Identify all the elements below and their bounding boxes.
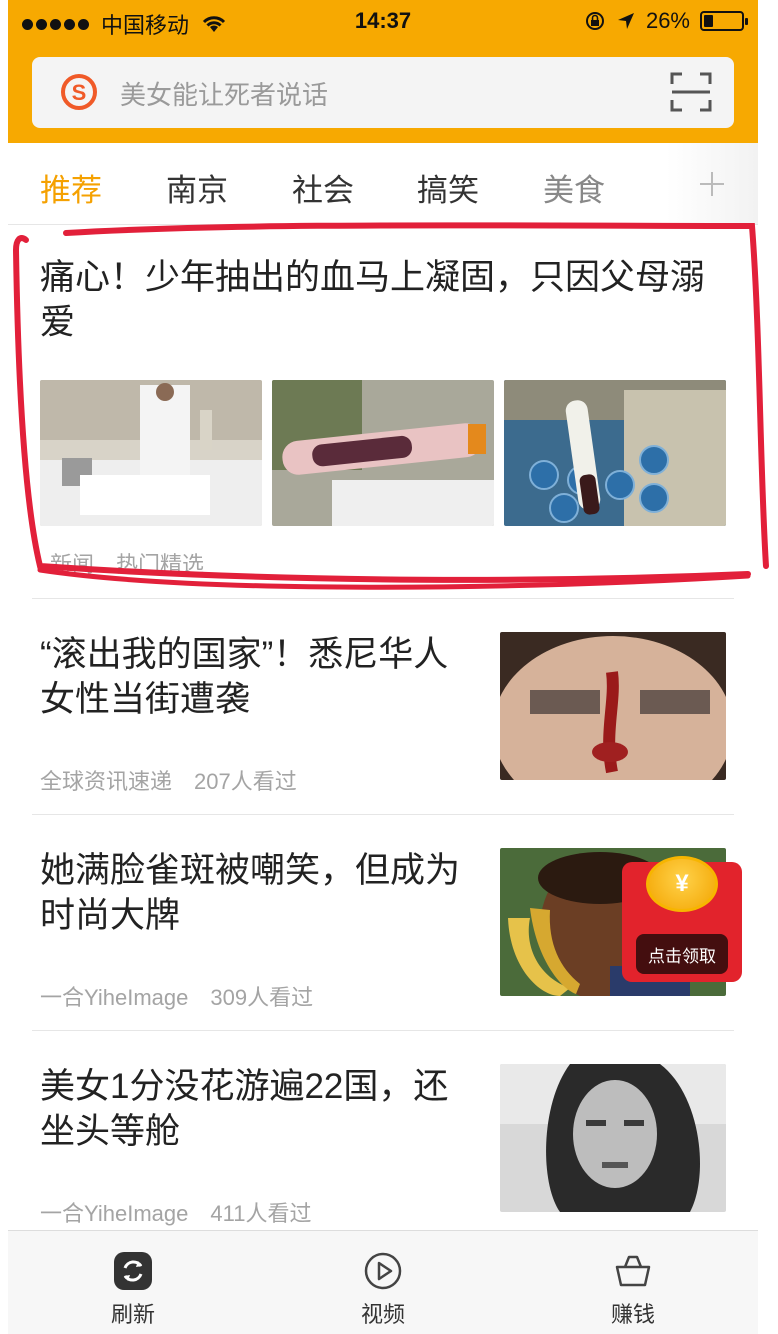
featured-image-test[interactable]: [504, 380, 726, 526]
channel-tabs: 推荐 南京 社会 搞笑 美食: [8, 143, 758, 225]
scan-icon[interactable]: [670, 72, 712, 112]
play-icon: [364, 1252, 402, 1290]
hospital-scene-image: [40, 380, 262, 526]
tab-nanjing[interactable]: 南京: [166, 165, 228, 210]
battery-icon: [700, 11, 748, 31]
rotation-lock-icon: [585, 12, 604, 30]
article-source: 一合YiheImage: [40, 1201, 189, 1226]
featured-title[interactable]: 痛心！少年抽出的血马上凝固，只因父母溺爱: [40, 255, 726, 345]
status-bar: 中国移动 14:37 26%: [8, 0, 758, 42]
nav-earn[interactable]: 赚钱: [558, 1231, 708, 1334]
tab-funny[interactable]: 搞笑: [417, 165, 479, 210]
sogou-logo-icon: S: [61, 74, 97, 110]
top-header: 中国移动 14:37 26% S 美女能让死者说话: [8, 0, 758, 143]
bw-portrait-image: [500, 1064, 726, 1212]
nav-video-label: 视频: [360, 1302, 405, 1327]
article-meta: 一合YiheImage 309人看过: [40, 980, 313, 1012]
nav-earn-label: 赚钱: [610, 1302, 655, 1327]
coin-icon: ¥: [646, 856, 718, 912]
tab-food[interactable]: 美食: [543, 165, 605, 210]
nav-video[interactable]: 视频: [308, 1231, 458, 1334]
article-source: 一合YiheImage: [40, 985, 189, 1010]
plus-icon: [700, 171, 724, 196]
basket-icon: [615, 1255, 651, 1287]
location-icon: [617, 13, 634, 29]
tab-society[interactable]: 社会: [292, 165, 354, 210]
nav-refresh-label: 刷新: [110, 1302, 155, 1327]
battery-fill: [704, 15, 713, 27]
featured-image-hospital[interactable]: [40, 380, 262, 526]
add-channel-button[interactable]: [666, 143, 758, 224]
article-meta: 一合YiheImage 411人看过: [40, 1196, 311, 1228]
article-title[interactable]: “滚出我的国家”！悉尼华人女性当街遭袭: [40, 632, 480, 722]
article-meta: 全球资讯速递 207人看过: [40, 764, 297, 796]
article-views: 207人看过: [194, 769, 297, 794]
tab-recommend[interactable]: 推荐: [40, 165, 102, 210]
article-source: 全球资讯速递: [40, 769, 173, 794]
list-item[interactable]: “滚出我的国家”！悉尼华人女性当街遭袭 全球资讯速递 207人看过: [40, 632, 726, 794]
bottom-nav: 刷新 视频 赚钱: [8, 1230, 758, 1334]
featured-meta: 新闻 热门精选: [50, 547, 204, 579]
battery-percent: 26%: [645, 8, 690, 33]
featured-source: 新闻: [50, 552, 95, 577]
featured-article[interactable]: 痛心！少年抽出的血马上凝固，只因父母溺爱: [40, 255, 726, 345]
article-views: 411人看过: [210, 1201, 312, 1226]
blood-tube-image: [272, 380, 494, 526]
featured-image-tube[interactable]: [272, 380, 494, 526]
search-input[interactable]: 美女能让死者说话: [120, 75, 328, 112]
article-thumbnail[interactable]: [500, 632, 726, 780]
feed-divider: [32, 1030, 734, 1031]
red-envelope-button[interactable]: ¥ 点击领取: [622, 856, 742, 982]
test-plate-image: [504, 380, 726, 526]
article-thumbnail[interactable]: [500, 1064, 726, 1212]
search-bar[interactable]: S 美女能让死者说话: [32, 57, 734, 128]
status-right: 26%: [584, 8, 748, 34]
nav-refresh[interactable]: 刷新: [58, 1231, 208, 1334]
claim-button[interactable]: 点击领取: [636, 934, 728, 974]
article-views: 309人看过: [210, 985, 314, 1010]
svg-text:S: S: [72, 80, 87, 105]
featured-images[interactable]: [40, 380, 726, 526]
featured-tag: 热门精选: [116, 552, 205, 577]
list-item[interactable]: 美女1分没花游遍22国，还坐头等舱 一合YiheImage 411人看过: [40, 1064, 726, 1226]
article-title[interactable]: 美女1分没花游遍22国，还坐头等舱: [40, 1064, 480, 1154]
feed-divider: [32, 814, 734, 815]
refresh-icon: [114, 1252, 152, 1290]
feed-divider: [32, 598, 734, 599]
injured-face-image: [500, 632, 726, 780]
article-title[interactable]: 她满脸雀斑被嘲笑，但成为时尚大牌: [40, 848, 480, 938]
